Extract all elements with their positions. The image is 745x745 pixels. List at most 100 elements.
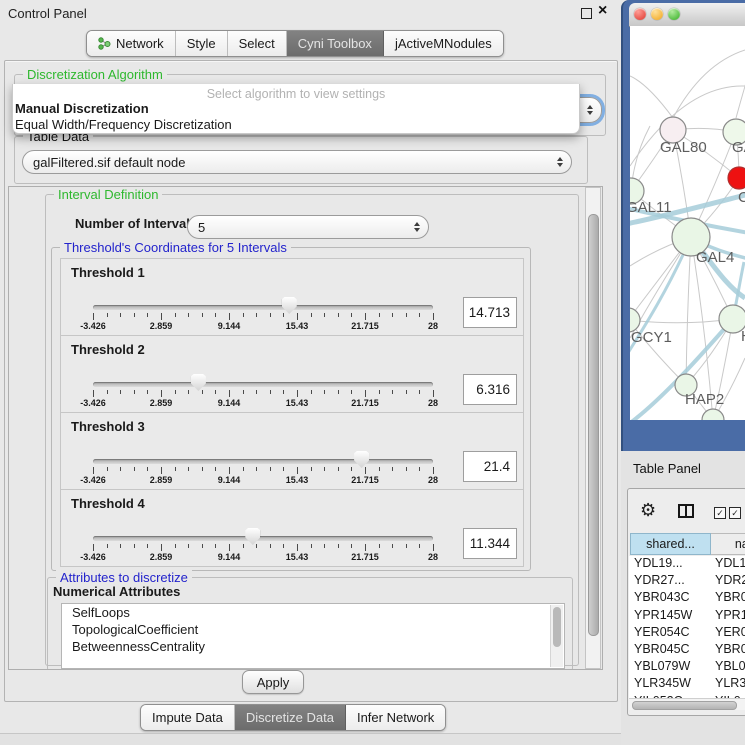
major-tick (229, 390, 230, 397)
tab-select[interactable]: Select (228, 31, 287, 56)
app-root: Control Panel × NetworkStyleSelectCyni T… (0, 0, 745, 745)
table-row[interactable]: YBL079WYBL0 (629, 659, 745, 676)
slider-track[interactable] (93, 382, 433, 387)
slider-track[interactable] (93, 305, 433, 310)
combo-stepper-icon (414, 222, 420, 232)
num-intervals-label: Number of Intervals (75, 216, 197, 231)
major-tick (433, 467, 434, 474)
tab-discretize-data[interactable]: Discretize Data (235, 705, 346, 730)
table-data-combobox[interactable]: galFiltered.sif default node (22, 150, 572, 174)
tab-style[interactable]: Style (176, 31, 228, 56)
slider-thumb[interactable] (282, 297, 297, 314)
minor-tick (202, 544, 203, 548)
minor-tick (188, 390, 189, 394)
table-row[interactable]: YDR27...YDR2 (629, 573, 745, 590)
threshold-label: Threshold 2 (71, 342, 145, 357)
tab-impute-data[interactable]: Impute Data (141, 705, 235, 730)
slider-track[interactable] (93, 536, 433, 541)
tick-label: 9.144 (199, 398, 259, 408)
minimize-traffic-light-icon[interactable] (651, 8, 663, 20)
tick-label: 21.715 (335, 475, 395, 485)
table-hscrollbar-thumb[interactable] (632, 701, 737, 710)
network-canvas[interactable]: GAL80GACGAL11GAL4GCY1HAHAP2 (630, 26, 745, 420)
list-scrollbar[interactable] (550, 605, 563, 667)
tick-label: 21.715 (335, 398, 395, 408)
tab-cyni-toolbox[interactable]: Cyni Toolbox (287, 31, 384, 56)
num-intervals-value: 5 (198, 220, 205, 235)
major-tick (365, 467, 366, 474)
table-row[interactable]: YDL19...YDL1 (629, 556, 745, 573)
minor-tick (134, 544, 135, 548)
cell-name: YBR0 (715, 642, 745, 656)
threshold-value-field[interactable]: 21.4 (463, 451, 517, 482)
attribute-item-selfloops[interactable]: SelfLoops (62, 604, 564, 621)
minor-tick (147, 390, 148, 394)
minor-tick (147, 313, 148, 317)
checkbox-icon[interactable]: ✓ (714, 507, 726, 519)
minor-tick (419, 390, 420, 394)
panel-scrollbar[interactable] (585, 187, 601, 669)
minor-tick (351, 313, 352, 317)
table-row[interactable]: YBR045CYBR0 (629, 642, 745, 659)
tab-jactivemnodules[interactable]: jActiveMNodules (384, 31, 503, 56)
major-tick (229, 544, 230, 551)
network-edge[interactable] (630, 76, 673, 118)
num-intervals-combobox[interactable]: 5 (187, 215, 429, 239)
list-scrollbar-thumb[interactable] (553, 607, 561, 647)
slider-thumb[interactable] (354, 451, 369, 468)
table-row[interactable]: YER054CYER0 (629, 625, 745, 642)
tick-label: 2.859 (131, 552, 191, 562)
minor-tick (351, 467, 352, 471)
major-tick (433, 313, 434, 320)
table-row[interactable]: YBR043CYBR0 (629, 590, 745, 607)
major-tick (93, 313, 94, 320)
thresholds-group-title: Threshold's Coordinates for 5 Intervals (60, 240, 291, 255)
zoom-traffic-light-icon[interactable] (668, 8, 680, 20)
table-hscrollbar[interactable] (629, 698, 745, 710)
tab-label: Cyni Toolbox (298, 31, 372, 56)
minor-tick (270, 390, 271, 394)
network-edge[interactable] (686, 237, 691, 385)
tab-network[interactable]: Network (87, 31, 176, 56)
checkbox-icon[interactable]: ✓ (729, 507, 741, 519)
numerical-attributes-list[interactable]: SelfLoopsTopologicalCoefficientBetweenne… (61, 603, 565, 669)
dropdown-option-manual-discretization[interactable]: Manual Discretization (15, 101, 149, 117)
combo-stepper-icon (587, 105, 593, 115)
network-edge[interactable] (673, 50, 745, 118)
table-row[interactable]: YPR145WYPR1 (629, 608, 745, 625)
slider-thumb[interactable] (245, 528, 260, 545)
split-columns-icon[interactable] (678, 504, 694, 518)
tick-label: 9.144 (199, 321, 259, 331)
node-label: GCY1 (631, 329, 672, 346)
apply-button[interactable]: Apply (242, 670, 304, 694)
minor-tick (419, 544, 420, 548)
column-header-shared-name[interactable]: shared... (630, 533, 711, 555)
close-traffic-light-icon[interactable] (634, 8, 646, 20)
attribute-item-topologicalcoefficient[interactable]: TopologicalCoefficient (62, 621, 564, 638)
threshold-value-field[interactable]: 6.316 (463, 374, 517, 405)
float-icon[interactable] (581, 8, 592, 19)
tick-label: 9.144 (199, 475, 259, 485)
column-header-name[interactable]: name (711, 533, 745, 555)
threshold-value-field[interactable]: 11.344 (463, 528, 517, 559)
network-node-c[interactable] (728, 167, 745, 189)
algorithm-dropdown-popup: Select algorithm to view settings Manual… (12, 84, 580, 134)
algorithm-group-title: Discretization Algorithm (23, 67, 167, 82)
dropdown-option-equal-width-frequency-discretization[interactable]: Equal Width/Frequency Discretization (15, 117, 232, 133)
table-row[interactable]: YLR345WYLR3 (629, 676, 745, 693)
close-icon[interactable]: × (598, 2, 607, 20)
panel-scrollbar-thumb[interactable] (588, 214, 599, 636)
major-tick (161, 390, 162, 397)
gear-icon[interactable]: ⚙ (640, 501, 656, 519)
threshold-value-field[interactable]: 14.713 (463, 297, 517, 328)
minor-tick (311, 313, 312, 317)
network-edge[interactable] (736, 76, 745, 118)
minor-tick (406, 467, 407, 471)
slider-track[interactable] (93, 459, 433, 464)
attribute-item-betweennesscentrality[interactable]: BetweennessCentrality (62, 638, 564, 655)
minor-tick (379, 390, 380, 394)
slider-thumb[interactable] (191, 374, 206, 391)
tab-infer-network[interactable]: Infer Network (346, 705, 445, 730)
minor-tick (215, 390, 216, 394)
network-window-titlebar[interactable] (629, 3, 745, 27)
